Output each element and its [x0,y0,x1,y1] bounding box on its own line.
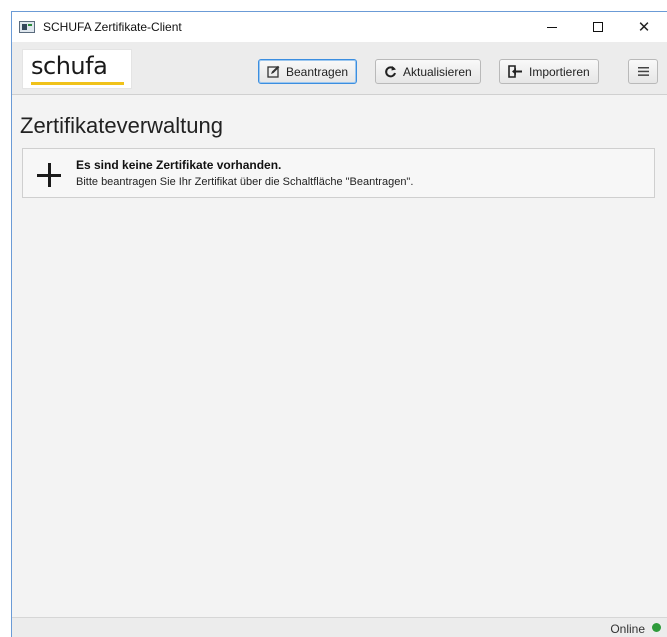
page-title: Zertifikateverwaltung [20,113,223,138]
hamburger-icon [637,65,649,79]
connection-status: Online [610,622,645,636]
beantragen-button[interactable]: Beantragen [258,59,358,84]
edit-icon [267,65,280,78]
empty-state-panel[interactable]: Es sind keine Zertifikate vorhanden. Bit… [22,148,655,198]
status-bar: Online [12,617,667,637]
empty-state-text: Bitte beantragen Sie Ihr Zertifikat über… [76,176,414,188]
close-button[interactable]: ✕ [621,12,667,42]
importieren-button[interactable]: Importieren [499,59,599,84]
empty-state-heading: Es sind keine Zertifikate vorhanden. [76,158,282,172]
refresh-icon [384,65,397,78]
logo-underline [31,82,124,85]
app-window: SCHUFA Zertifikate-Client ✕ schufa Beant… [11,11,667,637]
import-icon [508,65,523,78]
window-title: SCHUFA Zertifikate-Client [43,20,182,34]
close-icon: ✕ [637,19,651,36]
toolbar: schufa Beantragen Aktualisieren Importie… [12,42,667,95]
app-icon [19,21,35,33]
logo-text: schufa [31,52,108,80]
aktualisieren-button[interactable]: Aktualisieren [375,59,481,84]
main-content: Zertifikateverwaltung Es sind keine Zert… [12,96,667,616]
minimize-icon [547,26,557,28]
title-bar[interactable]: SCHUFA Zertifikate-Client ✕ [12,12,667,42]
maximize-button[interactable] [575,12,621,42]
window-controls: ✕ [529,12,667,42]
schufa-logo: schufa [22,49,132,89]
maximize-icon [593,22,603,32]
importieren-label: Importieren [529,64,590,79]
minimize-button[interactable] [529,12,575,42]
aktualisieren-label: Aktualisieren [403,64,472,79]
beantragen-label: Beantragen [286,64,349,79]
plus-icon[interactable] [37,163,61,187]
menu-button[interactable] [628,59,658,84]
status-indicator-icon [652,623,661,632]
